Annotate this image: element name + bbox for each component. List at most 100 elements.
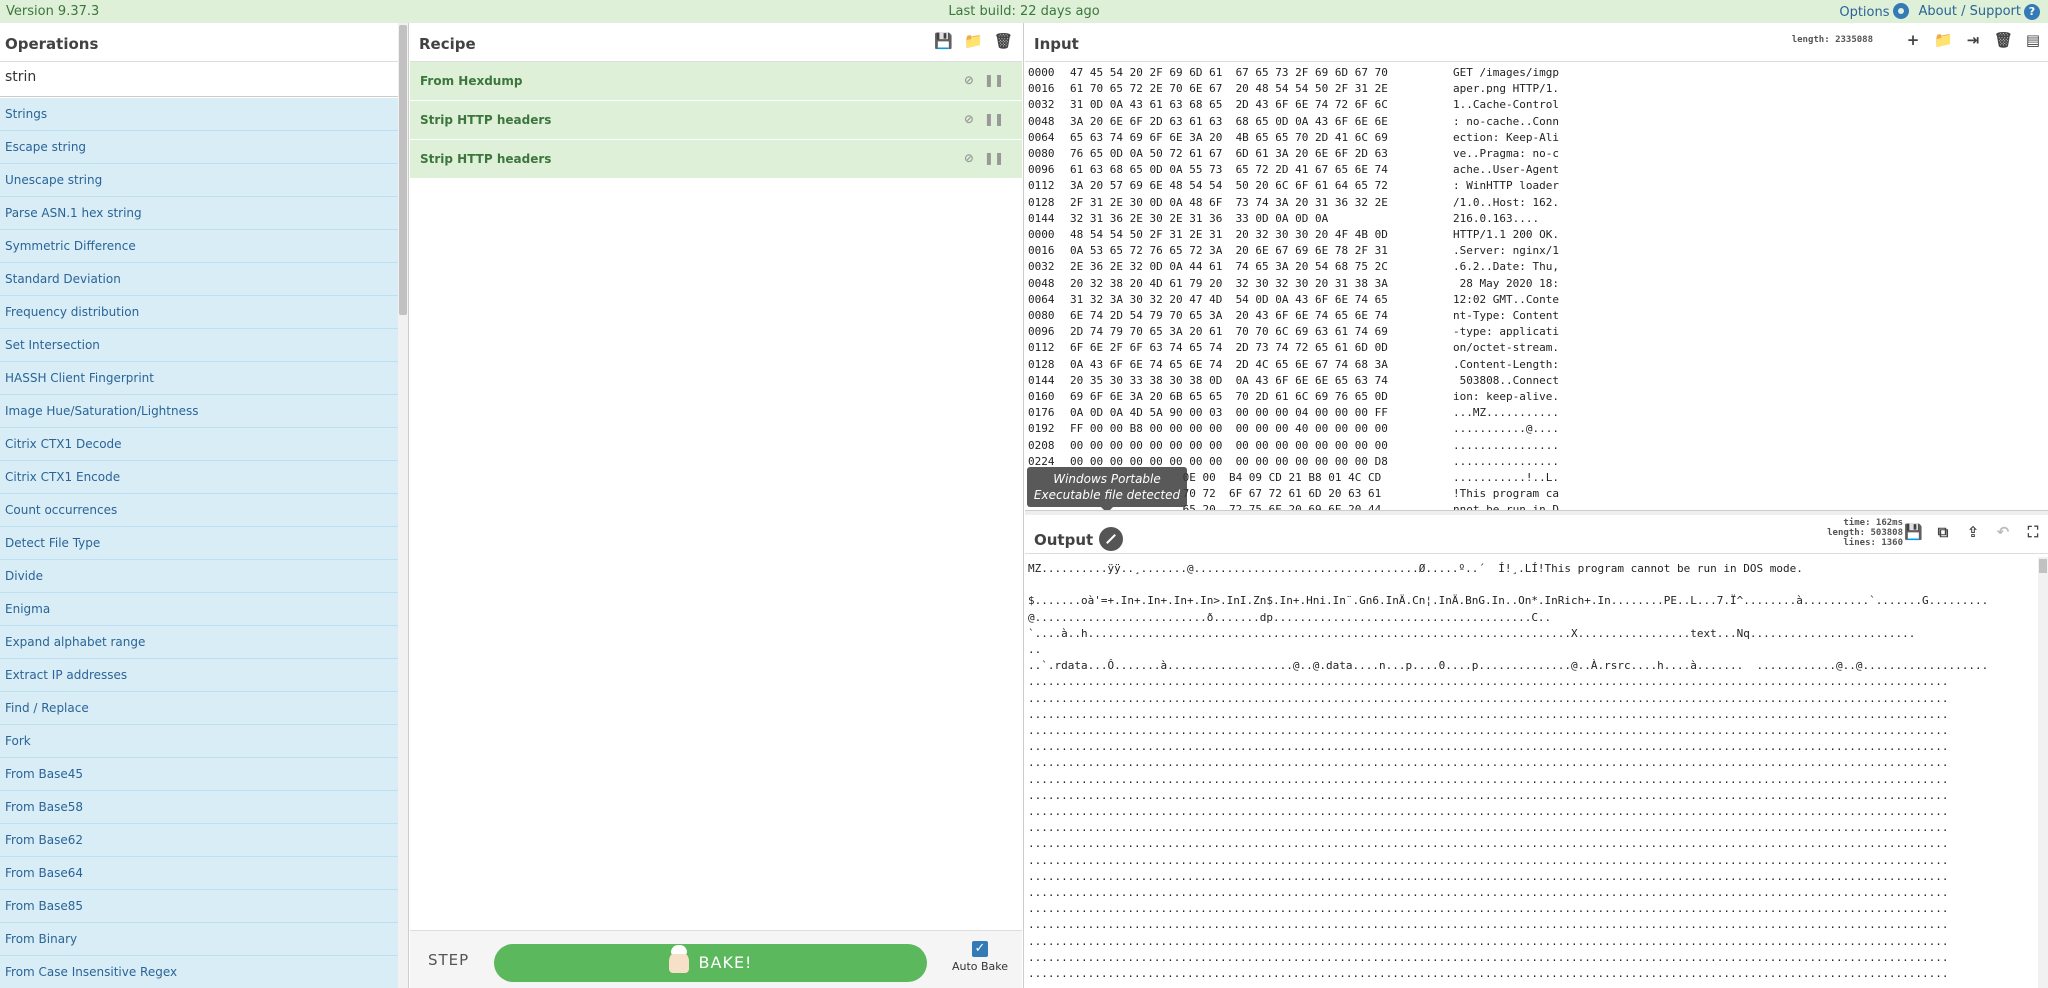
hex-row: 0096 2D 74 79 70 65 3A 20 61 70 70 6C 69 … xyxy=(1028,324,1559,340)
hex-ascii: GET /images/imgp xyxy=(1453,66,1559,79)
hex-ascii: ................ xyxy=(1453,454,1559,468)
layout-icon[interactable]: ▤ xyxy=(2024,31,2042,49)
operation-item[interactable]: Parse ASN.1 hex string xyxy=(0,197,398,230)
recipe-step[interactable]: From Hexdump ⊘ ❚❚ xyxy=(410,62,1022,101)
output-panel: Output time: 162ms length: 503808 lines:… xyxy=(1025,515,2048,988)
recipe-header: Recipe 💾 📁 🗑 xyxy=(410,23,1022,62)
magic-wand-icon[interactable] xyxy=(1099,527,1124,551)
clear-input-icon[interactable]: 🗑 xyxy=(1994,31,2013,49)
operation-item[interactable]: Detect File Type xyxy=(0,527,398,560)
tooltip-line: Windows Portable xyxy=(1053,472,1161,486)
clear-recipe-icon[interactable]: 🗑 xyxy=(994,32,1013,50)
column-divider[interactable] xyxy=(1023,23,1024,988)
hex-row: 0064 65 63 74 69 6F 6E 3A 20 4B 65 65 70 … xyxy=(1028,130,1559,146)
add-tab-icon[interactable]: + xyxy=(1904,31,1922,49)
output-header: Output time: 162ms length: 503808 lines:… xyxy=(1025,515,2048,554)
operation-item[interactable]: Find / Replace xyxy=(0,692,398,725)
operation-item[interactable]: From Case Insensitive Regex xyxy=(0,956,398,988)
open-file-icon[interactable]: ⇥ xyxy=(1964,31,1982,49)
load-recipe-icon[interactable]: 📁 xyxy=(964,32,983,50)
hex-off: 0080 xyxy=(1028,147,1055,161)
auto-bake-label: Auto Bake xyxy=(951,960,1009,973)
operation-item[interactable]: Citrix CTX1 Encode xyxy=(0,461,398,494)
hex-bytes: 48 54 54 50 2F 31 2E 31 20 32 30 30 20 4… xyxy=(1070,228,1388,242)
output-line: ........................................… xyxy=(1028,724,1949,738)
options-link[interactable]: Options xyxy=(1839,3,1909,20)
replace-input-icon[interactable]: ⇪ xyxy=(1964,523,1982,541)
hex-ascii: aper.png HTTP/1. xyxy=(1453,82,1559,96)
about-support-link[interactable]: About / Support? xyxy=(1919,3,2040,20)
hex-off: 0096 xyxy=(1028,163,1055,177)
operation-item[interactable]: Citrix CTX1 Decode xyxy=(0,428,398,461)
hex-off: 0096 xyxy=(1028,325,1055,339)
hex-off: 0016 xyxy=(1028,244,1055,258)
operation-item[interactable]: Set Intersection xyxy=(0,329,398,362)
bake-bar: STEP BAKE! ✓ Auto Bake xyxy=(410,930,1022,988)
operations-scrollbar[interactable] xyxy=(398,23,408,988)
bake-button[interactable]: BAKE! xyxy=(494,944,927,982)
operations-search-input[interactable]: strin xyxy=(0,62,398,97)
maximise-icon[interactable]: ⛶ xyxy=(2024,523,2042,541)
output-line: ........................................… xyxy=(1028,869,1949,883)
hex-row: 0208 00 00 00 00 00 00 00 00 00 00 00 00 … xyxy=(1028,438,1559,454)
hex-off: 0144 xyxy=(1028,211,1055,225)
output-text[interactable]: MZ..........ÿÿ..¸.......@...............… xyxy=(1028,561,2033,982)
operations-panel: Operations strin Strings Escape string Une… xyxy=(0,23,408,988)
hex-bytes: 0A 0D 0A 4D 5A 90 00 03 00 00 00 04 00 0… xyxy=(1070,406,1388,420)
breakpoint-icon[interactable]: ❚❚ xyxy=(984,73,1004,87)
scrollbar-thumb[interactable] xyxy=(2039,559,2047,573)
hex-ascii: ...MZ........... xyxy=(1453,406,1559,420)
operation-item[interactable]: Divide xyxy=(0,560,398,593)
hex-row: 0080 76 65 0D 0A 50 72 61 67 6D 61 3A 20 … xyxy=(1028,146,1559,162)
operation-item[interactable]: From Base64 xyxy=(0,857,398,890)
open-folder-icon[interactable]: 📁 xyxy=(1934,31,1953,49)
operation-item[interactable]: Fork xyxy=(0,725,398,758)
operation-item[interactable]: Unescape string xyxy=(0,164,398,197)
bake-label: BAKE! xyxy=(698,953,753,972)
operation-item[interactable]: Extract IP addresses xyxy=(0,659,398,692)
output-line: ........................................… xyxy=(1028,967,1949,981)
input-textarea[interactable]: 0000 47 45 54 20 2F 69 6D 61 67 65 73 2F … xyxy=(1028,65,1559,519)
operation-item[interactable]: Escape string xyxy=(0,131,398,164)
copy-output-icon[interactable]: ⧉ xyxy=(1934,523,1952,541)
operation-item[interactable]: Count occurrences xyxy=(0,494,398,527)
hex-ascii: 28 May 2020 18: xyxy=(1453,276,1559,290)
recipe-step[interactable]: Strip HTTP headers ⊘ ❚❚ xyxy=(410,140,1022,179)
breakpoint-icon[interactable]: ❚❚ xyxy=(984,151,1004,165)
hex-row: 0128 0A 43 6F 6E 74 65 6E 74 2D 4C 65 6E … xyxy=(1028,357,1559,373)
operation-item[interactable]: Symmetric Difference xyxy=(0,230,398,263)
column-divider[interactable] xyxy=(408,23,409,988)
recipe-step[interactable]: Strip HTTP headers ⊘ ❚❚ xyxy=(410,101,1022,140)
output-scrollbar[interactable] xyxy=(2038,557,2048,988)
operation-item[interactable]: Frequency distribution xyxy=(0,296,398,329)
breakpoint-icon[interactable]: ❚❚ xyxy=(984,112,1004,126)
step-button[interactable]: STEP xyxy=(428,951,469,969)
operation-item[interactable]: Image Hue/Saturation/Lightness xyxy=(0,395,398,428)
save-recipe-icon[interactable]: 💾 xyxy=(934,32,953,50)
hex-row: 0048 3A 20 6E 6F 2D 63 61 63 68 65 0D 0A … xyxy=(1028,114,1559,130)
disable-icon[interactable]: ⊘ xyxy=(964,151,974,165)
scrollbar-thumb[interactable] xyxy=(399,25,407,315)
disable-icon[interactable]: ⊘ xyxy=(964,73,974,87)
operation-item[interactable]: From Base85 xyxy=(0,890,398,923)
operation-item[interactable]: From Base45 xyxy=(0,758,398,791)
output-line: ........................................… xyxy=(1028,950,1949,964)
operation-item[interactable]: Strings xyxy=(0,98,398,131)
operation-item[interactable]: HASSH Client Fingerprint xyxy=(0,362,398,395)
output-title: Output xyxy=(1034,531,1094,549)
operation-item[interactable]: From Binary xyxy=(0,923,398,956)
operation-item[interactable]: From Base62 xyxy=(0,824,398,857)
auto-bake-checkbox[interactable]: ✓ xyxy=(972,941,988,957)
hex-off: 0112 xyxy=(1028,341,1055,355)
recipe-title: Recipe xyxy=(419,35,476,53)
save-output-icon[interactable]: 💾 xyxy=(1904,523,1923,541)
auto-bake-toggle[interactable]: ✓ Auto Bake xyxy=(948,941,1012,973)
operation-item[interactable]: Standard Deviation xyxy=(0,263,398,296)
operation-item[interactable]: Enigma xyxy=(0,593,398,626)
operation-item[interactable]: From Base58 xyxy=(0,791,398,824)
undo-icon[interactable]: ↶ xyxy=(1994,523,2012,541)
hex-off: 0064 xyxy=(1028,292,1055,306)
hex-row: 0192 FF 00 00 B8 00 00 00 00 00 00 00 40 … xyxy=(1028,421,1559,437)
disable-icon[interactable]: ⊘ xyxy=(964,112,974,126)
operation-item[interactable]: Expand alphabet range xyxy=(0,626,398,659)
